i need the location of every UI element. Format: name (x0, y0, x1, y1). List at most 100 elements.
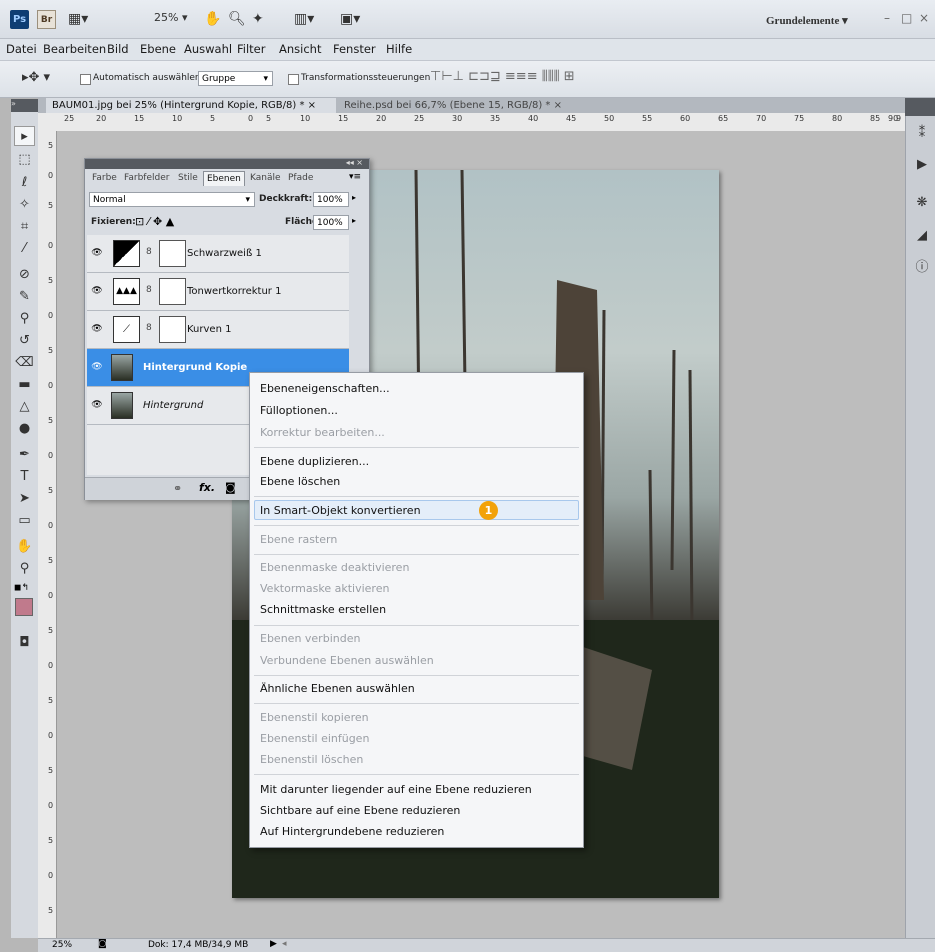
panel-titlebar[interactable]: ◂◂ × (85, 158, 369, 169)
menu-fenster[interactable]: Fenster (333, 42, 376, 56)
hand-tool-panel-icon[interactable]: ✋ (14, 537, 35, 557)
collapse-close-icon[interactable]: ◂◂ × (346, 158, 363, 167)
menu-ebene[interactable]: Ebene (140, 42, 176, 56)
move-tool-preset-icon[interactable]: ▸✥ ▾ (22, 70, 50, 85)
menu-item-schnittmaske-erstellen[interactable]: Schnittmaske erstellen (260, 603, 386, 616)
layer-name[interactable]: Tonwertkorrektur 1 (187, 286, 281, 297)
layer-mask-thumbnail[interactable] (159, 278, 186, 305)
rotate-view-icon[interactable]: ✦ (252, 9, 264, 29)
menu-bild[interactable]: Bild (107, 42, 129, 56)
eye-icon[interactable]: 👁︎ (91, 247, 103, 259)
scroll-left-icon[interactable]: ◂ (282, 939, 287, 949)
zoom-tool-panel-icon[interactable]: ⚲ (14, 559, 35, 579)
lock-icons[interactable]: ⊡ ⁄ ✥ ▲ (135, 215, 174, 228)
history-brush-tool-icon[interactable]: ↺ (14, 331, 35, 351)
layer-name[interactable]: Hintergrund (143, 400, 203, 411)
layer-row-tonwertkorrektur[interactable]: 👁︎ ▲▲▲ 8 Tonwertkorrektur 1 (87, 273, 349, 311)
move-tool-icon[interactable]: ▸ (14, 126, 35, 146)
tab-farbfelder[interactable]: Farbfelder (121, 171, 172, 185)
arrange-documents-icon[interactable]: ▥▾ (294, 9, 314, 29)
tab-pfade[interactable]: Pfade (285, 171, 316, 185)
hand-tool-icon[interactable]: ✋ (204, 9, 221, 29)
bridge-button[interactable]: Br (37, 10, 56, 29)
tab-baum01[interactable]: BAUM01.jpg bei 25% (Hintergrund Kopie, R… (46, 98, 336, 113)
path-selection-tool-icon[interactable]: ➤ (14, 489, 35, 509)
eye-icon[interactable]: 👁︎ (91, 361, 103, 373)
tab-close-icon[interactable]: × (554, 100, 562, 111)
brush-tool-icon[interactable]: ✎ (14, 287, 35, 307)
zoom-level-select[interactable]: 25% ▾ (154, 11, 187, 24)
magic-wand-tool-icon[interactable]: ✧ (14, 195, 35, 215)
lasso-tool-icon[interactable]: ℓ (14, 173, 35, 193)
foreground-color-swatch[interactable] (15, 598, 33, 616)
menu-item-fuelloptionen[interactable]: Fülloptionen... (260, 404, 338, 417)
healing-brush-tool-icon[interactable]: ⊘ (14, 265, 35, 285)
tab-close-icon[interactable]: × (308, 100, 316, 111)
menu-item-ebene-loeschen[interactable]: Ebene löschen (260, 475, 340, 488)
eraser-tool-icon[interactable]: ⌫ (14, 353, 35, 373)
tools-panel-header[interactable]: » (11, 99, 38, 112)
screen-mode-menu-icon[interactable]: ▣▾ (340, 9, 360, 29)
layer-name[interactable]: Schwarzweiß 1 (187, 248, 262, 259)
transform-controls-checkbox[interactable] (288, 74, 299, 85)
menu-item-aehnliche-ebenen-auswaehlen[interactable]: Ähnliche Ebenen auswählen (260, 682, 415, 695)
tab-farbe[interactable]: Farbe (89, 171, 120, 185)
eyedropper-tool-icon[interactable]: ⁄ (14, 239, 35, 259)
tab-reihe[interactable]: Reihe.psd bei 66,7% (Ebene 15, RGB/8) * … (338, 98, 568, 113)
layer-row-kurven[interactable]: 👁︎ ⟋ 8 Kurven 1 (87, 311, 349, 349)
menu-item-ebene-duplizieren[interactable]: Ebene duplizieren... (260, 455, 369, 468)
menu-bearbeiten[interactable]: Bearbeiten (43, 42, 106, 56)
tab-ebenen[interactable]: Ebenen (203, 171, 245, 186)
eye-icon[interactable]: 👁︎ (91, 399, 103, 411)
blur-tool-icon[interactable]: △ (14, 397, 35, 417)
histogram-panel-icon[interactable]: ◢ (913, 228, 931, 243)
quick-mask-icon[interactable]: ◘ (14, 633, 35, 653)
layer-mask-thumbnail[interactable] (159, 316, 186, 343)
menu-item-mit-darunter-reduzieren[interactable]: Mit darunter liegender auf eine Ebene re… (260, 783, 532, 796)
gradient-tool-icon[interactable]: ▬ (14, 375, 35, 395)
align-icons[interactable]: ⊤⊢⊥ ⊏⊐⊒ ≡≡≡ ⫼⫼⫼ ⊞ (430, 69, 575, 84)
brush-panel-icon[interactable]: ⁑ (913, 126, 931, 141)
fill-slider-icon[interactable]: ▸ (352, 216, 356, 225)
right-dock-header[interactable] (905, 98, 935, 116)
menu-hilfe[interactable]: Hilfe (386, 42, 412, 56)
layer-name[interactable]: Hintergrund Kopie (143, 362, 247, 373)
eye-icon[interactable]: 👁︎ (91, 285, 103, 297)
panel-menu-icon[interactable]: ▾≡ (349, 172, 361, 182)
tab-kanaele[interactable]: Kanäle (247, 171, 284, 185)
auto-select-checkbox[interactable] (80, 74, 91, 85)
screen-mode-icon[interactable]: ▦▾ (68, 9, 88, 29)
menu-filter[interactable]: Filter (237, 42, 265, 56)
opacity-input[interactable]: 100% (313, 192, 349, 207)
menu-item-auf-hintergrundebene-reduzieren[interactable]: Auf Hintergrundebene reduzieren (260, 825, 444, 838)
navigator-panel-icon[interactable]: ❋ (913, 195, 931, 210)
workspace-switcher[interactable]: Grundelemente ▾ (766, 14, 848, 27)
status-zoom[interactable]: 25% (52, 940, 72, 950)
minimize-icon[interactable]: – (884, 11, 890, 25)
maximize-icon[interactable]: □ (901, 11, 912, 25)
close-icon[interactable]: × (919, 11, 929, 25)
default-colors-icon[interactable]: ◼↰ (14, 583, 29, 593)
marquee-tool-icon[interactable]: ⬚ (14, 150, 35, 170)
menu-ansicht[interactable]: Ansicht (279, 42, 321, 56)
tab-stile[interactable]: Stile (175, 171, 201, 185)
eye-icon[interactable]: 👁︎ (91, 323, 103, 335)
shape-tool-icon[interactable]: ▭ (14, 511, 35, 531)
blend-mode-dropdown[interactable]: Normal ▾ (89, 192, 255, 207)
layer-row-schwarzweiss[interactable]: 👁︎ 8 Schwarzweiß 1 (87, 235, 349, 273)
fill-input[interactable]: 100% (313, 215, 349, 230)
menu-item-smart-objekt[interactable]: In Smart-Objekt konvertieren (260, 504, 421, 517)
clone-stamp-tool-icon[interactable]: ⚲ (14, 309, 35, 329)
menu-item-sichtbare-reduzieren[interactable]: Sichtbare auf eine Ebene reduzieren (260, 804, 460, 817)
layer-mask-thumbnail[interactable] (159, 240, 186, 267)
crop-tool-icon[interactable]: ⌗ (14, 217, 35, 237)
layer-name[interactable]: Kurven 1 (187, 324, 231, 335)
zoom-tool-icon[interactable]: 🔍︎ (228, 9, 246, 29)
type-tool-icon[interactable]: T (14, 467, 35, 487)
auto-select-dropdown[interactable]: Gruppe ▾ (198, 71, 273, 86)
link-layers-icon[interactable]: ⚭ (173, 482, 182, 495)
status-arrow-icon[interactable]: ▶ (270, 939, 277, 949)
pen-tool-icon[interactable]: ✒ (14, 445, 35, 465)
layer-style-icon[interactable]: fx. (199, 481, 215, 494)
info-panel-icon[interactable]: ⓘ (913, 256, 931, 275)
